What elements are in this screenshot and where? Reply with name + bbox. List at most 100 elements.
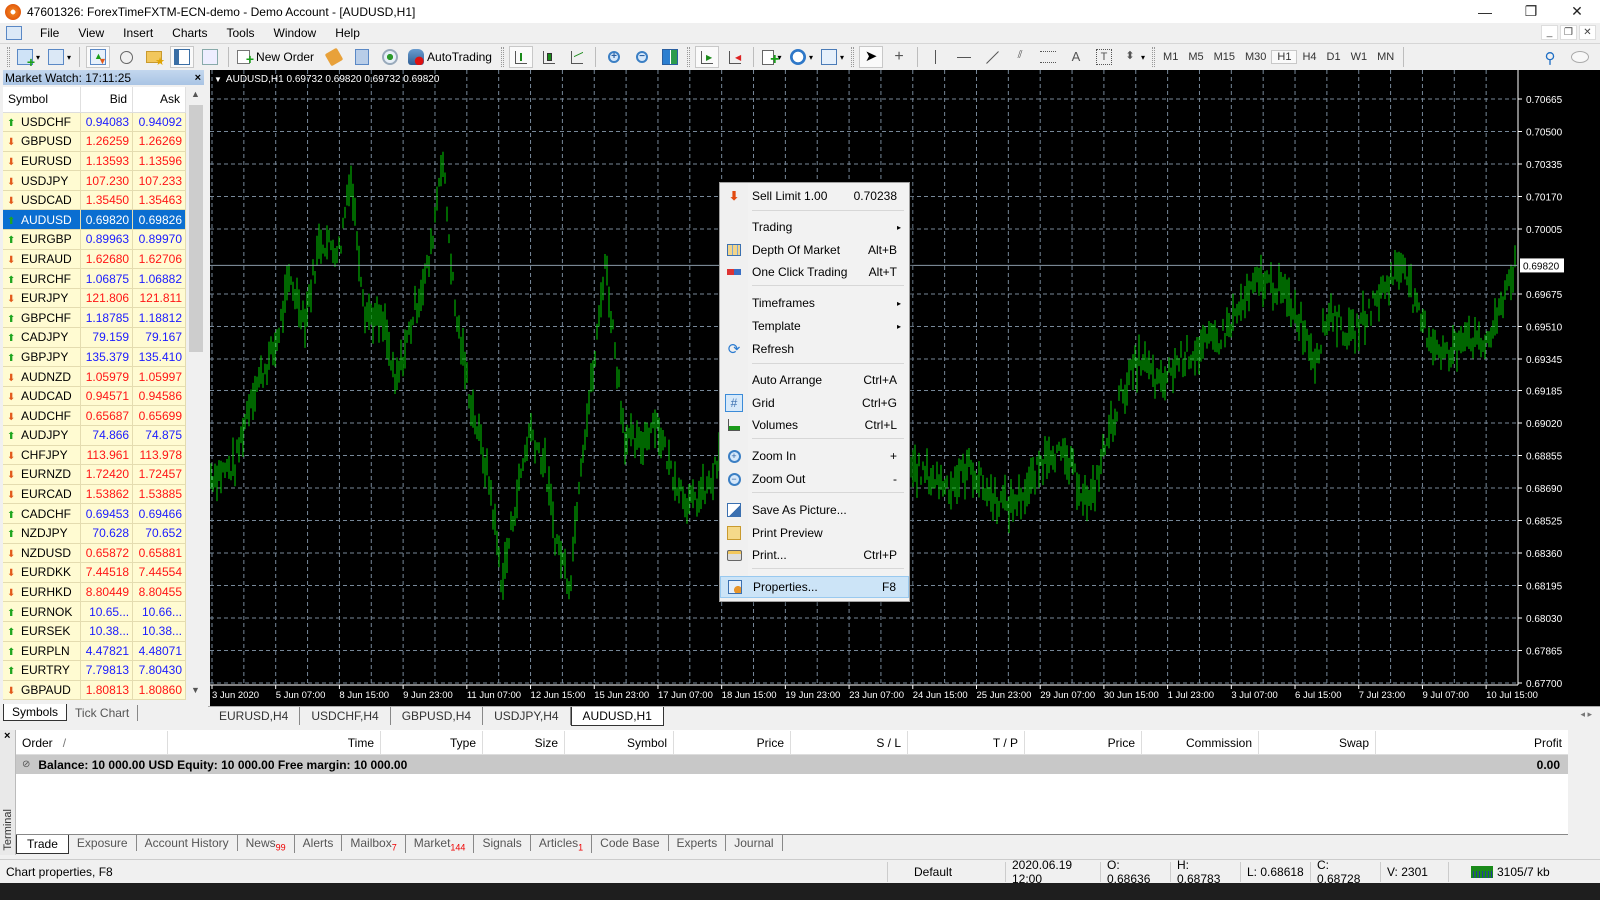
terminal-tab-alerts[interactable]: Alerts xyxy=(295,835,343,851)
profiles-button[interactable]: ▾ xyxy=(46,46,73,68)
market-watch-row[interactable]: ⬆ NZDJPY 70.628 70.652 xyxy=(3,523,186,544)
market-watch-row[interactable]: ⬇ GBPAUD 1.80813 1.80860 xyxy=(3,680,186,701)
menu-help[interactable]: Help xyxy=(325,26,369,40)
column-swap[interactable]: Swap xyxy=(1259,731,1376,754)
column-bid[interactable]: Bid xyxy=(80,87,134,113)
new-chart-button[interactable]: + ▾ xyxy=(15,46,42,69)
tile-windows-button[interactable] xyxy=(658,46,682,68)
terminal-tab-market[interactable]: Market144 xyxy=(406,835,475,854)
context-menu-item-save-as-picture[interactable]: Save As Picture... xyxy=(720,499,909,521)
terminal-button[interactable] xyxy=(170,46,195,68)
column-price[interactable]: Price xyxy=(674,731,791,754)
market-watch-row[interactable]: ⬆ EURGBP 0.89963 0.89970 xyxy=(3,229,186,250)
menu-window[interactable]: Window xyxy=(264,26,326,40)
candlestick-button[interactable] xyxy=(537,46,561,68)
market-watch-row[interactable]: ⬇ GBPUSD 1.26259 1.26269 xyxy=(3,131,186,152)
market-watch-row[interactable]: ⬆ AUDJPY 74.866 74.875 xyxy=(3,425,186,446)
context-menu-item-volumes[interactable]: Volumes Ctrl+L xyxy=(720,414,909,436)
zoom-in-button[interactable]: + xyxy=(602,46,626,68)
market-watch-close-icon[interactable]: × xyxy=(195,72,204,84)
chart-tab-eurusd-h4[interactable]: EURUSD,H4 xyxy=(208,707,301,725)
search-button[interactable]: ⚲ xyxy=(1538,46,1562,68)
column-profit[interactable]: Profit xyxy=(1376,731,1568,754)
context-menu-item-sell-limit-1-00[interactable]: ⬇ Sell Limit 1.00 0.70238 xyxy=(720,185,909,207)
market-watch-row[interactable]: ⬇ EURUSD 1.13593 1.13596 xyxy=(3,151,186,172)
market-watch-row[interactable]: ⬇ CHFJPY 113.961 113.978 xyxy=(3,445,186,466)
market-watch-row[interactable]: ⬆ EURPLN 4.47821 4.48071 xyxy=(3,641,186,662)
minimize-button[interactable]: — xyxy=(1462,0,1508,23)
status-profile[interactable]: Default xyxy=(888,861,1006,882)
chart-close-button[interactable]: ✕ xyxy=(1579,25,1596,40)
balance-row[interactable]: ⊘ Balance: 10 000.00 USD Equity: 10 000.… xyxy=(16,755,1568,774)
timeframe-h4[interactable]: H4 xyxy=(1297,51,1321,63)
timeframe-d1[interactable]: D1 xyxy=(1322,51,1346,63)
market-watch-row[interactable]: ⬇ EURHKD 8.80449 8.80455 xyxy=(3,582,186,603)
context-menu-item-template[interactable]: Template ▸ xyxy=(720,315,909,337)
context-menu-item-print-preview[interactable]: Print Preview xyxy=(720,522,909,544)
new-order-button[interactable]: + New Order xyxy=(235,46,318,68)
terminal-close-icon[interactable]: × xyxy=(4,730,10,742)
chat-button[interactable] xyxy=(1568,46,1592,68)
market-watch-row[interactable]: ⬆ EURNOK 10.65... 10.66... xyxy=(3,601,186,622)
close-button[interactable]: ✕ xyxy=(1554,0,1600,23)
terminal-tab-experts[interactable]: Experts xyxy=(669,835,727,851)
chart-window-icon[interactable] xyxy=(6,26,22,40)
menu-view[interactable]: View xyxy=(68,26,113,40)
chart-tab-gbpusd-h4[interactable]: GBPUSD,H4 xyxy=(391,707,484,725)
market-watch-row[interactable]: ⬆ GBPCHF 1.18785 1.18812 xyxy=(3,307,186,329)
terminal-tab-account-history[interactable]: Account History xyxy=(137,835,238,851)
tab-symbols[interactable]: Symbols xyxy=(3,704,68,721)
timeframe-h1[interactable]: H1 xyxy=(1271,50,1298,64)
autotrading-button[interactable]: AutoTrading xyxy=(406,46,496,68)
terminal-tab-code-base[interactable]: Code Base xyxy=(592,835,669,851)
scroll-down-icon[interactable]: ▼ xyxy=(191,685,200,695)
context-menu-item-properties[interactable]: Properties... F8 xyxy=(720,576,909,598)
restore-button[interactable]: ❐ xyxy=(1508,0,1554,23)
crosshair-button[interactable]: + xyxy=(887,46,911,68)
market-watch-row[interactable]: ⬆ GBPJPY 135.379 135.410 xyxy=(3,347,186,368)
arrows-button[interactable]: ⬍ ▾ xyxy=(1120,46,1147,68)
menu-insert[interactable]: Insert xyxy=(113,26,162,40)
column-commission[interactable]: Commission xyxy=(1142,731,1259,754)
templates-button[interactable]: ▾ xyxy=(819,46,846,68)
market-watch-row[interactable]: ⬇ NZDUSD 0.65872 0.65881 xyxy=(3,543,186,564)
context-menu-item-refresh[interactable]: ⟳ Refresh xyxy=(720,338,909,360)
menu-file[interactable]: File xyxy=(30,26,68,40)
market-watch-scrollbar[interactable]: ▲ ▼ xyxy=(188,87,204,697)
market-watch-row[interactable]: ⬆ CADCHF 0.69453 0.69466 xyxy=(3,503,186,524)
context-menu-item-one-click-trading[interactable]: One Click Trading Alt+T xyxy=(720,261,909,283)
column-symbol[interactable]: Symbol xyxy=(565,731,674,754)
chart-minimize-button[interactable]: _ xyxy=(1541,25,1558,40)
market-watch-row[interactable]: ⬆ USDCHF 0.94083 0.94092 xyxy=(3,112,186,133)
timeframe-w1[interactable]: W1 xyxy=(1346,51,1373,63)
timeframe-m30[interactable]: M30 xyxy=(1240,51,1271,63)
indicators-button[interactable]: + ▾ xyxy=(760,46,784,68)
toolbar-grip[interactable] xyxy=(7,47,10,67)
timeframe-m5[interactable]: M5 xyxy=(1183,51,1208,63)
timeframe-m1[interactable]: M1 xyxy=(1158,51,1183,63)
market-watch-row[interactable]: ⬇ USDCAD 1.35450 1.35463 xyxy=(3,190,186,211)
column-ask[interactable]: Ask xyxy=(132,87,186,113)
market-watch-row[interactable]: ⬇ EURCAD 1.53862 1.53885 xyxy=(3,484,186,505)
metaeditor-button[interactable] xyxy=(322,46,346,68)
market-watch-row[interactable]: ⬆ EURCHF 1.06875 1.06882 xyxy=(3,268,186,289)
market-watch-row[interactable]: ⬆ AUDUSD 0.69820 0.69826 xyxy=(3,209,186,231)
market-watch-row[interactable]: ⬇ USDJPY 107.230 107.233 xyxy=(3,170,186,191)
market-watch-row[interactable]: ⬆ EURTRY 7.79813 7.80430 xyxy=(3,660,186,681)
market-watch-row[interactable]: ⬇ AUDNZD 1.05979 1.05997 xyxy=(3,366,186,387)
chart-tabs-scroll-icon[interactable]: ◂ ▸ xyxy=(1580,709,1592,720)
context-menu-item-timeframes[interactable]: Timeframes ▸ xyxy=(720,292,909,314)
context-menu-item-trading[interactable]: Trading ▸ xyxy=(720,216,909,238)
terminal-tab-exposure[interactable]: Exposure xyxy=(69,835,137,851)
horizontal-line-button[interactable] xyxy=(952,46,976,68)
chart-tab-audusd-h1[interactable]: AUDUSD,H1 xyxy=(570,707,664,726)
tab-tick-chart[interactable]: Tick Chart xyxy=(67,705,139,721)
context-menu-item-auto-arrange[interactable]: Auto Arrange Ctrl+A xyxy=(720,369,909,391)
autoscroll-button[interactable]: ◀ xyxy=(723,46,747,68)
column-current-price[interactable]: Price xyxy=(1025,731,1142,754)
signals-button[interactable] xyxy=(378,46,402,68)
menu-tools[interactable]: Tools xyxy=(217,26,264,40)
terminal-tab-articles[interactable]: Articles1 xyxy=(531,835,593,854)
timeframe-mn[interactable]: MN xyxy=(1372,51,1399,63)
terminal-tab-trade[interactable]: Trade xyxy=(16,835,69,854)
